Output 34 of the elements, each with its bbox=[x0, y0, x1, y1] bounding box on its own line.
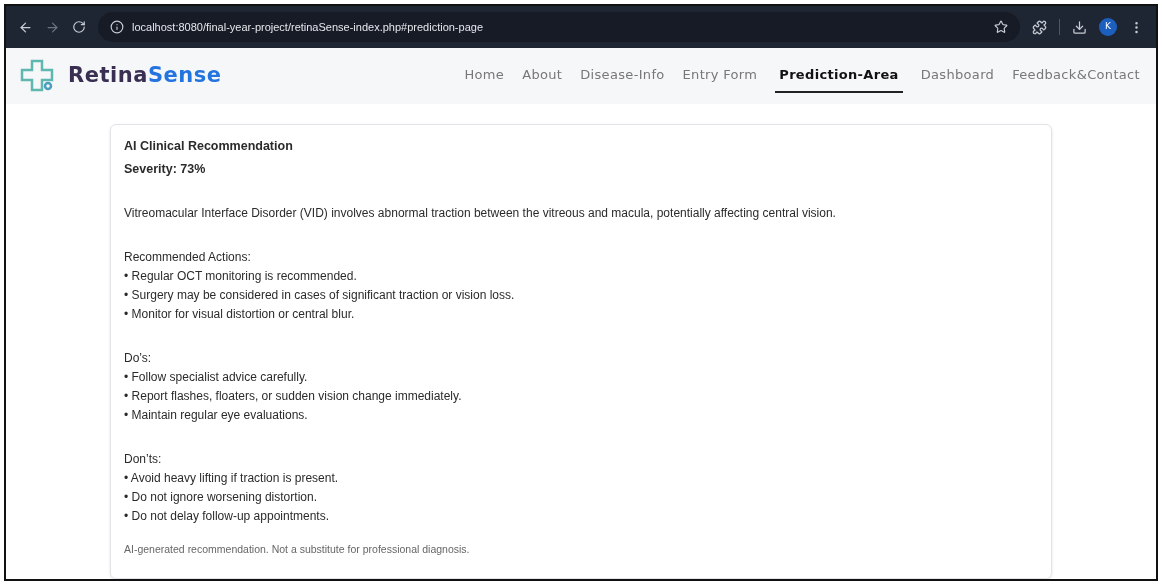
section-heading: Do’s: bbox=[124, 350, 153, 367]
section-heading: Don’ts: bbox=[124, 451, 163, 468]
address-bar[interactable]: localhost:8080/final-year-project/retinaSense-index.php#prediction-page bbox=[98, 12, 1020, 42]
extensions-icon[interactable] bbox=[1032, 19, 1047, 35]
nav-link[interactable]: Prediction-Area bbox=[775, 59, 903, 93]
bullet-text: • Monitor for visual distortion or central blur. bbox=[124, 306, 356, 323]
bullet-text: • Follow specialist advice carefully. bbox=[124, 369, 309, 386]
back-icon[interactable] bbox=[18, 19, 33, 35]
reload-icon[interactable] bbox=[72, 20, 86, 34]
nav-link[interactable]: About bbox=[522, 59, 563, 93]
url-text: localhost:8080/final-year-project/retinaSense-index.php#prediction-page bbox=[132, 19, 483, 35]
bullet-text: • Do not ignore worsening distortion. bbox=[124, 489, 318, 506]
nav-link[interactable]: Dashboard bbox=[920, 59, 995, 93]
forward-icon[interactable] bbox=[45, 19, 60, 35]
download-icon[interactable] bbox=[1072, 19, 1087, 35]
card-title: AI Clinical Recommendation bbox=[124, 138, 294, 155]
nav-link[interactable]: Home bbox=[464, 59, 505, 93]
nav-link[interactable]: Entry Form bbox=[682, 59, 758, 93]
nav-link[interactable]: Disease-Info bbox=[580, 59, 665, 93]
nav-link[interactable]: Feedback&Contact bbox=[1012, 59, 1140, 93]
bullet-text: • Do not delay follow-up appointments. bbox=[124, 508, 330, 525]
bullet-text: • Surgery may be considered in cases of significant traction or vision loss. bbox=[124, 287, 516, 304]
bullet-text: • Avoid heavy lifting if traction is present. bbox=[124, 470, 340, 487]
info-icon[interactable] bbox=[110, 20, 124, 34]
brand-logo[interactable]: RetinaSense bbox=[68, 60, 222, 92]
bullet-text: • Maintain regular eye evaluations. bbox=[124, 407, 309, 424]
section-heading: Recommended Actions: bbox=[124, 249, 252, 266]
disclaimer-text: AI-generated recommendation. Not a substitute for professional diagnosis. bbox=[124, 542, 471, 557]
bullet-text: • Regular OCT monitoring is recommended. bbox=[124, 268, 358, 285]
profile-avatar[interactable]: K bbox=[1099, 18, 1117, 36]
bullet-text: • Report flashes, floaters, or sudden vision change immediately. bbox=[124, 388, 463, 405]
severity-text: Severity: 73% bbox=[124, 161, 207, 178]
description-text: Vitreomacular Interface Disorder (VID) involves abnormal traction between the vitreous and macula, potentially affecting central vision. bbox=[124, 205, 837, 222]
bookmark-star-icon[interactable] bbox=[994, 20, 1008, 34]
